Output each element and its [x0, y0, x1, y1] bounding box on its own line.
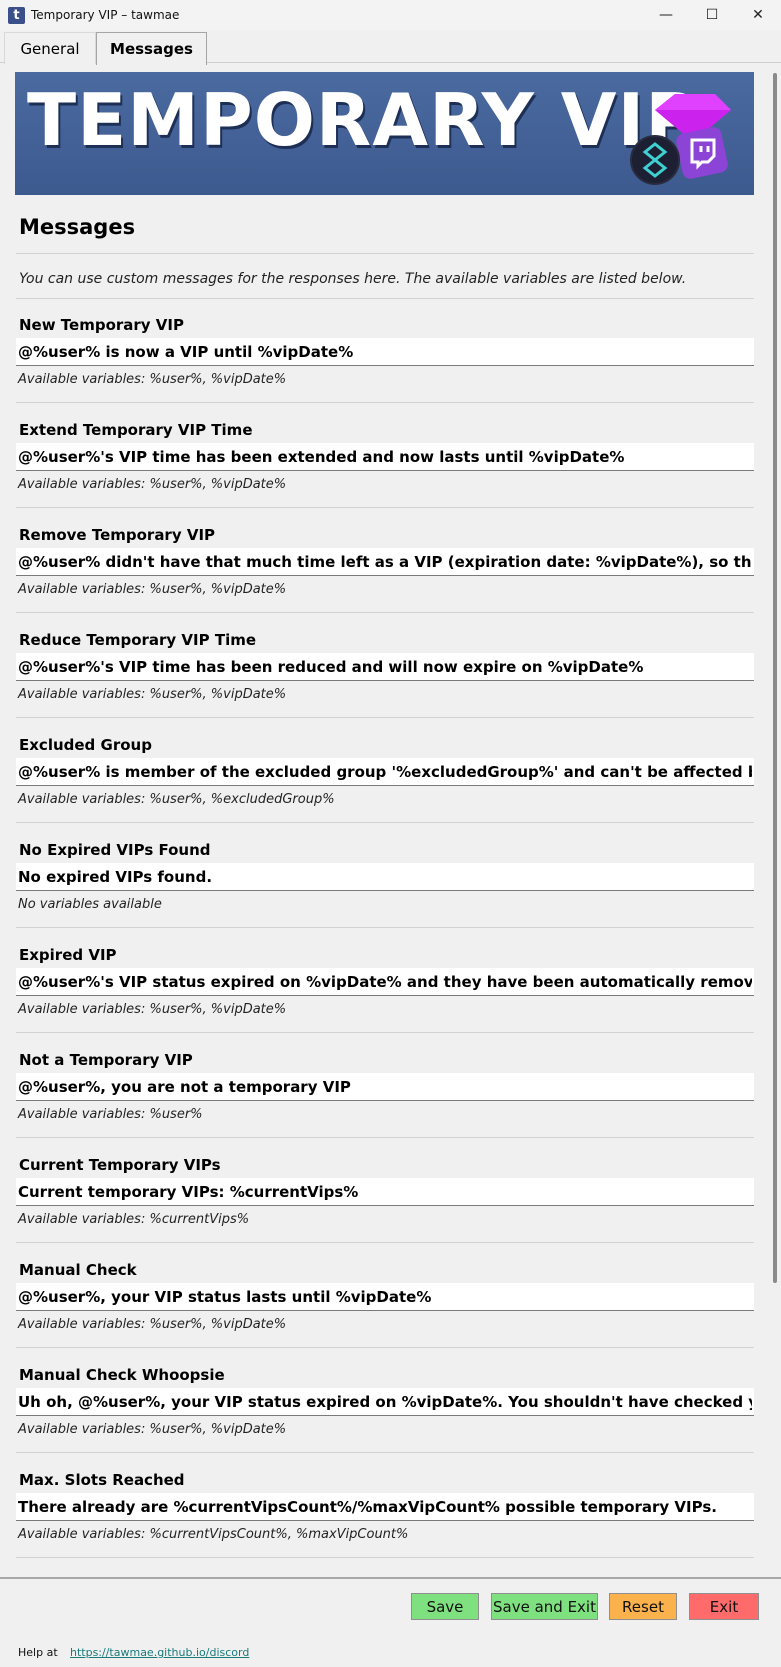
variables-hint: Available variables: %user%, %excludedGr… [18, 792, 335, 807]
exit-button[interactable]: Exit [689, 1593, 759, 1620]
app-icon: t [8, 6, 25, 24]
save-and-exit-button[interactable]: Save and Exit [491, 1593, 598, 1620]
divider [16, 1032, 754, 1033]
section-label: Not a Temporary VIP [19, 1051, 193, 1069]
messages-panel: TEMPORARY VIP Messages You can use custo… [0, 63, 770, 1577]
section-label: Manual Check Whoopsie [19, 1366, 225, 1384]
message-input[interactable] [16, 443, 754, 471]
variables-hint: No variables available [18, 897, 162, 912]
section-label: Excluded Group [19, 736, 152, 754]
divider [16, 927, 754, 928]
tab-bar: General Messages [0, 30, 781, 65]
message-input[interactable] [16, 548, 754, 576]
message-section-max-slots: Max. Slots Reached Available variables: … [0, 1471, 770, 1576]
variables-hint: Available variables: %currentVipsCount%,… [18, 1527, 409, 1542]
section-label: Remove Temporary VIP [19, 526, 216, 544]
footer-separator [0, 1577, 781, 1579]
footer-buttons: Save Save and Exit Reset Exit [0, 1593, 781, 1621]
close-button[interactable]: ✕ [735, 0, 781, 30]
help-label: Help at [18, 1646, 58, 1659]
variables-hint: Available variables: %user% [18, 1107, 203, 1122]
variables-hint: Available variables: %user%, %vipDate% [18, 477, 287, 492]
message-section-reduce-vip: Reduce Temporary VIP Time Available vari… [0, 631, 770, 736]
section-label: No Expired VIPs Found [19, 841, 211, 859]
variables-hint: Available variables: %user%, %vipDate% [18, 1002, 287, 1017]
divider [16, 507, 754, 508]
banner-logos [630, 94, 731, 185]
section-label: Max. Slots Reached [19, 1471, 185, 1489]
divider [16, 1137, 754, 1138]
message-section-expired-vip: Expired VIP Available variables: %user%,… [0, 946, 770, 1051]
message-input[interactable] [16, 1283, 754, 1311]
message-input[interactable] [16, 1073, 754, 1101]
divider [16, 402, 754, 403]
window-controls: — ☐ ✕ [643, 0, 781, 30]
twitch-icon [676, 127, 728, 179]
divider [16, 822, 754, 823]
message-section-manual-check-whoopsie: Manual Check Whoopsie Available variable… [0, 1366, 770, 1471]
message-section-no-expired: No Expired VIPs Found No variables avail… [0, 841, 770, 946]
message-input[interactable] [16, 338, 754, 366]
vertical-scrollbar[interactable] [770, 63, 781, 1577]
intro-text: You can use custom messages for the resp… [19, 271, 687, 287]
tab-messages[interactable]: Messages [96, 32, 207, 65]
tab-general[interactable]: General [4, 32, 96, 64]
message-section-manual-check: Manual Check Available variables: %user%… [0, 1261, 770, 1366]
maximize-button[interactable]: ☐ [689, 0, 735, 30]
message-section-not-vip: Not a Temporary VIP Available variables:… [0, 1051, 770, 1156]
divider [16, 1452, 754, 1453]
help-link[interactable]: https://tawmae.github.io/discord [70, 1646, 249, 1659]
message-input[interactable] [16, 1493, 754, 1521]
reset-button[interactable]: Reset [609, 1593, 677, 1620]
section-label: Current Temporary VIPs [19, 1156, 221, 1174]
message-input[interactable] [16, 758, 754, 786]
message-input[interactable] [16, 968, 754, 996]
message-input[interactable] [16, 863, 754, 891]
divider [16, 298, 754, 299]
message-input[interactable] [16, 1178, 754, 1206]
page-title: Messages [19, 215, 136, 239]
message-section-current-vips: Current Temporary VIPs Available variabl… [0, 1156, 770, 1261]
banner-image: TEMPORARY VIP [15, 72, 754, 195]
divider [16, 1347, 754, 1348]
variables-hint: Available variables: %user%, %vipDate% [18, 372, 287, 387]
scrollbar-thumb[interactable] [773, 73, 777, 1283]
title-bar: t Temporary VIP – tawmae — ☐ ✕ [0, 0, 781, 30]
section-label: Manual Check [19, 1261, 137, 1279]
divider [16, 253, 754, 254]
minimize-button[interactable]: — [643, 0, 689, 30]
section-label: Extend Temporary VIP Time [19, 421, 253, 439]
variables-hint: Available variables: %user%, %vipDate% [18, 687, 287, 702]
variables-hint: Available variables: %user%, %vipDate% [18, 1422, 287, 1437]
variables-hint: Available variables: %user%, %vipDate% [18, 1317, 287, 1332]
message-input[interactable] [16, 653, 754, 681]
save-button[interactable]: Save [411, 1593, 479, 1620]
section-label: Expired VIP [19, 946, 117, 964]
divider [16, 1557, 754, 1558]
message-section-extend-vip: Extend Temporary VIP Time Available vari… [0, 421, 770, 526]
section-label: New Temporary VIP [19, 316, 184, 334]
message-section-new-vip: New Temporary VIP Available variables: %… [0, 316, 770, 421]
window-title: Temporary VIP – tawmae [31, 8, 180, 22]
message-input[interactable] [16, 1388, 754, 1416]
divider [16, 612, 754, 613]
section-label: Reduce Temporary VIP Time [19, 631, 257, 649]
variables-hint: Available variables: %currentVips% [18, 1212, 250, 1227]
variables-hint: Available variables: %user%, %vipDate% [18, 582, 287, 597]
message-section-excluded-group: Excluded Group Available variables: %use… [0, 736, 770, 841]
divider [16, 717, 754, 718]
divider [16, 1242, 754, 1243]
message-section-remove-vip: Remove Temporary VIP Available variables… [0, 526, 770, 631]
